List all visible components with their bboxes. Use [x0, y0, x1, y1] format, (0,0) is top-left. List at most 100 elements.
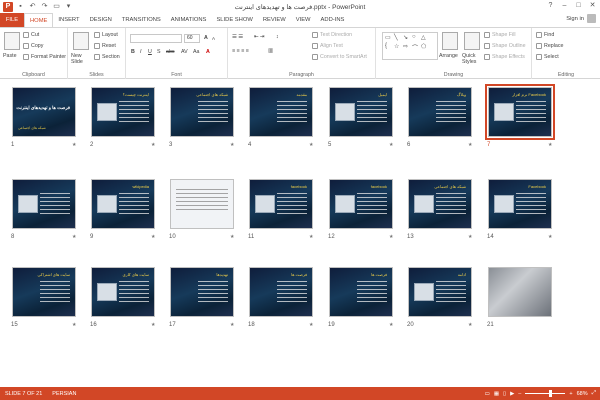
slide-thumbnail[interactable]: تهدیدها — [170, 267, 234, 317]
layout-button[interactable]: Layout — [94, 32, 118, 38]
transition-star-icon[interactable]: ★ — [389, 322, 393, 328]
slide-thumbnail[interactable]: facebook — [329, 179, 393, 229]
copy-button[interactable]: Copy — [23, 43, 43, 49]
customize-qat-icon[interactable]: ▾ — [64, 2, 73, 11]
quick-styles-icon[interactable] — [464, 32, 480, 50]
language-indicator[interactable]: PERSIAN — [47, 391, 81, 397]
normal-view-icon[interactable]: ▭ — [485, 391, 490, 397]
slide-thumbnail[interactable]: فرصت ها و تهدیدهای اینترنت شبکه های اجتما… — [12, 87, 76, 137]
line-shape-icon[interactable]: ╲ — [394, 34, 398, 41]
transition-star-icon[interactable]: ★ — [230, 322, 234, 328]
arrange-button[interactable]: Arrange — [439, 53, 458, 59]
transition-star-icon[interactable]: ★ — [548, 234, 552, 240]
minimize-button[interactable]: – — [559, 0, 570, 11]
transition-star-icon[interactable]: ★ — [468, 322, 472, 328]
spacing-button[interactable]: AV — [181, 49, 188, 55]
rectangle-shape-icon[interactable]: ▭ — [385, 34, 391, 41]
transition-star-icon[interactable]: ★ — [72, 234, 76, 240]
slide-thumbnail[interactable]: Facebook — [488, 179, 552, 229]
transition-star-icon[interactable]: ★ — [230, 142, 234, 148]
slide-thumbnail[interactable]: شبکه های اجتماعی — [170, 87, 234, 137]
shape-fill-button[interactable]: Shape Fill — [484, 32, 516, 38]
find-button[interactable]: Find — [536, 32, 554, 38]
slide-thumbnail[interactable]: ایمیل — [329, 87, 393, 137]
oval-shape-icon[interactable]: ○ — [412, 34, 416, 40]
slide-thumbnail[interactable]: سایت های کاری — [91, 267, 155, 317]
tab-view[interactable]: VIEW — [291, 13, 316, 27]
slide-thumbnail[interactable]: شبکه های اجتماعی — [408, 179, 472, 229]
transition-star-icon[interactable]: ★ — [151, 142, 155, 148]
strikethrough-button[interactable]: abc — [166, 49, 175, 55]
star-shape-icon[interactable]: ☆ — [394, 43, 399, 50]
sign-in-label[interactable]: Sign in — [566, 16, 584, 22]
font-color-button[interactable]: A — [206, 49, 210, 55]
bullets-button[interactable]: ☰ ☰ — [232, 34, 243, 40]
tab-design[interactable]: DESIGN — [85, 13, 117, 27]
tab-transitions[interactable]: TRANSITIONS — [117, 13, 166, 27]
transition-star-icon[interactable]: ★ — [72, 322, 76, 328]
transition-star-icon[interactable]: ★ — [309, 322, 313, 328]
line-spacing-button[interactable]: ↕ — [276, 34, 279, 40]
slide-thumbnail[interactable] — [170, 179, 234, 229]
tab-review[interactable]: REVIEW — [258, 13, 291, 27]
slide-thumbnail[interactable]: facebook — [249, 179, 313, 229]
align-buttons[interactable]: ≡ ≡ ≡ ≡ — [232, 48, 249, 54]
slide-thumbnail[interactable]: wikipedia — [91, 179, 155, 229]
slide-thumbnail[interactable]: فرصت ها — [329, 267, 393, 317]
shapes-gallery[interactable]: ▭ ╲ ↘ ○ △ { ☆ ⇨ ⌒ ⬠ — [382, 32, 438, 60]
replace-button[interactable]: Replace — [536, 43, 563, 49]
paste-button[interactable]: Paste — [3, 53, 17, 59]
transition-star-icon[interactable]: ★ — [468, 142, 472, 148]
tab-file[interactable]: FILE — [0, 13, 24, 27]
transition-star-icon[interactable]: ★ — [309, 234, 313, 240]
curve-shape-icon[interactable]: ⌒ — [412, 43, 418, 52]
tab-add-ins[interactable]: ADD-INS — [316, 13, 350, 27]
arrange-icon[interactable] — [442, 32, 458, 50]
fit-to-window-icon[interactable]: ⤢ — [592, 390, 596, 397]
italic-button[interactable]: I — [140, 49, 141, 55]
transition-star-icon[interactable]: ★ — [468, 234, 472, 240]
slide-thumbnail[interactable]: ادامه — [408, 267, 472, 317]
zoom-out-button[interactable]: – — [518, 391, 521, 397]
slide-thumbnail[interactable]: اینترنت چیست؟ — [91, 87, 155, 137]
shape-outline-button[interactable]: Shape Outline — [484, 43, 526, 49]
reading-view-icon[interactable]: ▯ — [503, 391, 506, 397]
zoom-level[interactable]: 68% — [577, 391, 588, 397]
transition-star-icon[interactable]: ★ — [389, 234, 393, 240]
powerpoint-logo-icon[interactable]: P — [3, 1, 13, 12]
format-painter-button[interactable]: Format Painter — [23, 54, 66, 60]
slide-sorter-view-icon[interactable]: ▦ — [494, 391, 499, 397]
transition-star-icon[interactable]: ★ — [151, 322, 155, 328]
slide-thumbnail[interactable] — [488, 267, 552, 317]
transition-star-icon[interactable]: ★ — [72, 142, 76, 148]
transition-star-icon[interactable]: ★ — [151, 234, 155, 240]
slide-thumbnail[interactable]: وبلاگ — [408, 87, 472, 137]
quick-styles-button[interactable]: Quick Styles — [462, 53, 482, 65]
text-direction-button[interactable]: Text Direction — [312, 32, 352, 38]
align-text-button[interactable]: Align Text — [312, 43, 343, 49]
select-button[interactable]: Select — [536, 54, 559, 60]
save-icon[interactable]: ▪ — [16, 2, 25, 11]
transition-star-icon[interactable]: ★ — [230, 234, 234, 240]
shape-effects-button[interactable]: Shape Effects — [484, 54, 525, 60]
cut-button[interactable]: Cut — [23, 32, 39, 38]
smartart-button[interactable]: Convert to SmartArt — [312, 54, 367, 60]
slide-thumbnail[interactable] — [12, 179, 76, 229]
new-slide-button[interactable]: New Slide — [71, 53, 93, 65]
slideshow-view-icon[interactable]: ▶ — [510, 391, 514, 397]
close-button[interactable]: ✕ — [587, 0, 598, 11]
section-button[interactable]: Section — [94, 54, 120, 60]
help-button[interactable]: ? — [545, 0, 556, 11]
shadow-button[interactable]: S — [157, 49, 161, 55]
zoom-in-button[interactable]: + — [569, 391, 572, 397]
slide-thumbnail[interactable]: فرصت ها — [249, 267, 313, 317]
pentagon-shape-icon[interactable]: ⬠ — [421, 43, 426, 50]
tab-animations[interactable]: ANIMATIONS — [166, 13, 212, 27]
brace-shape-icon[interactable]: { — [385, 43, 387, 49]
underline-button[interactable]: U — [148, 49, 152, 55]
change-case-button[interactable]: Aa — [193, 49, 199, 55]
font-name-field[interactable] — [130, 34, 182, 43]
grow-font-button[interactable]: A — [204, 35, 208, 41]
shrink-font-button[interactable]: A — [212, 36, 215, 41]
columns-button[interactable]: ▥ — [268, 48, 273, 54]
